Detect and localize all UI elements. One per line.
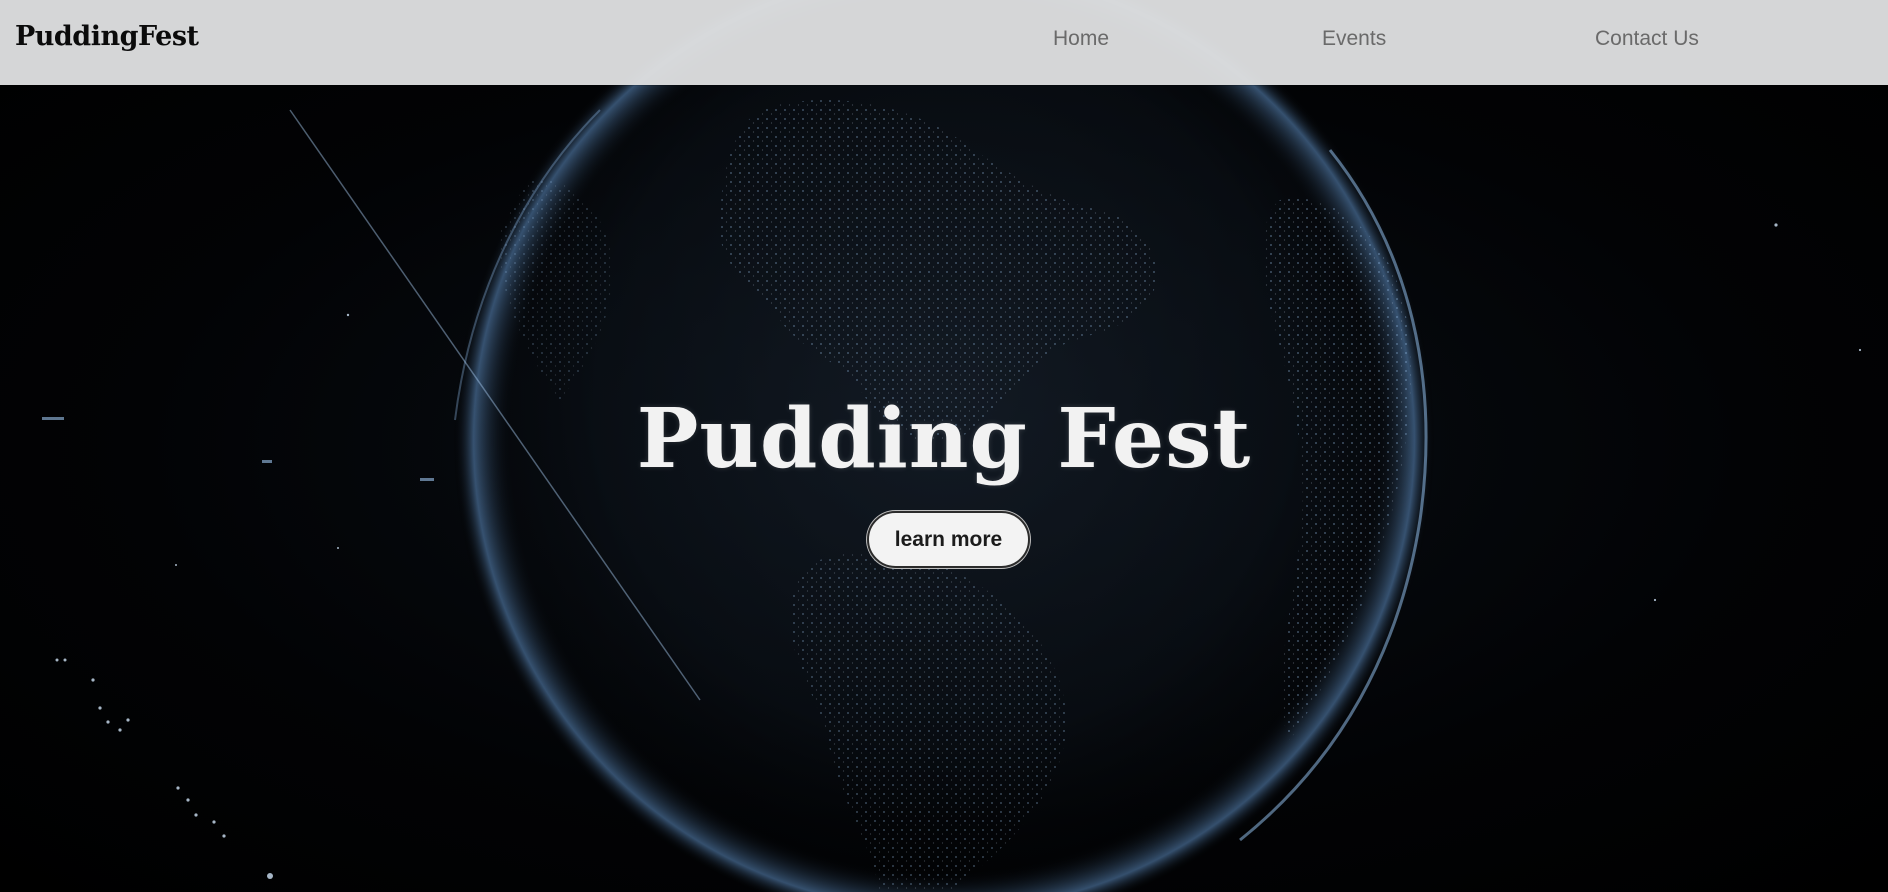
- nav-link-events[interactable]: Events: [1322, 27, 1386, 51]
- hero-title: Pudding Fest: [636, 391, 1252, 487]
- nav-link-contact-us[interactable]: Contact Us: [1595, 27, 1699, 51]
- page: PuddingFest Home Events Contact Us Puddi…: [0, 0, 1888, 892]
- nav-link-home[interactable]: Home: [1053, 27, 1109, 51]
- learn-more-button[interactable]: learn more: [867, 511, 1030, 568]
- site-logo[interactable]: PuddingFest: [15, 21, 199, 52]
- site-header: PuddingFest Home Events Contact Us: [0, 0, 1888, 85]
